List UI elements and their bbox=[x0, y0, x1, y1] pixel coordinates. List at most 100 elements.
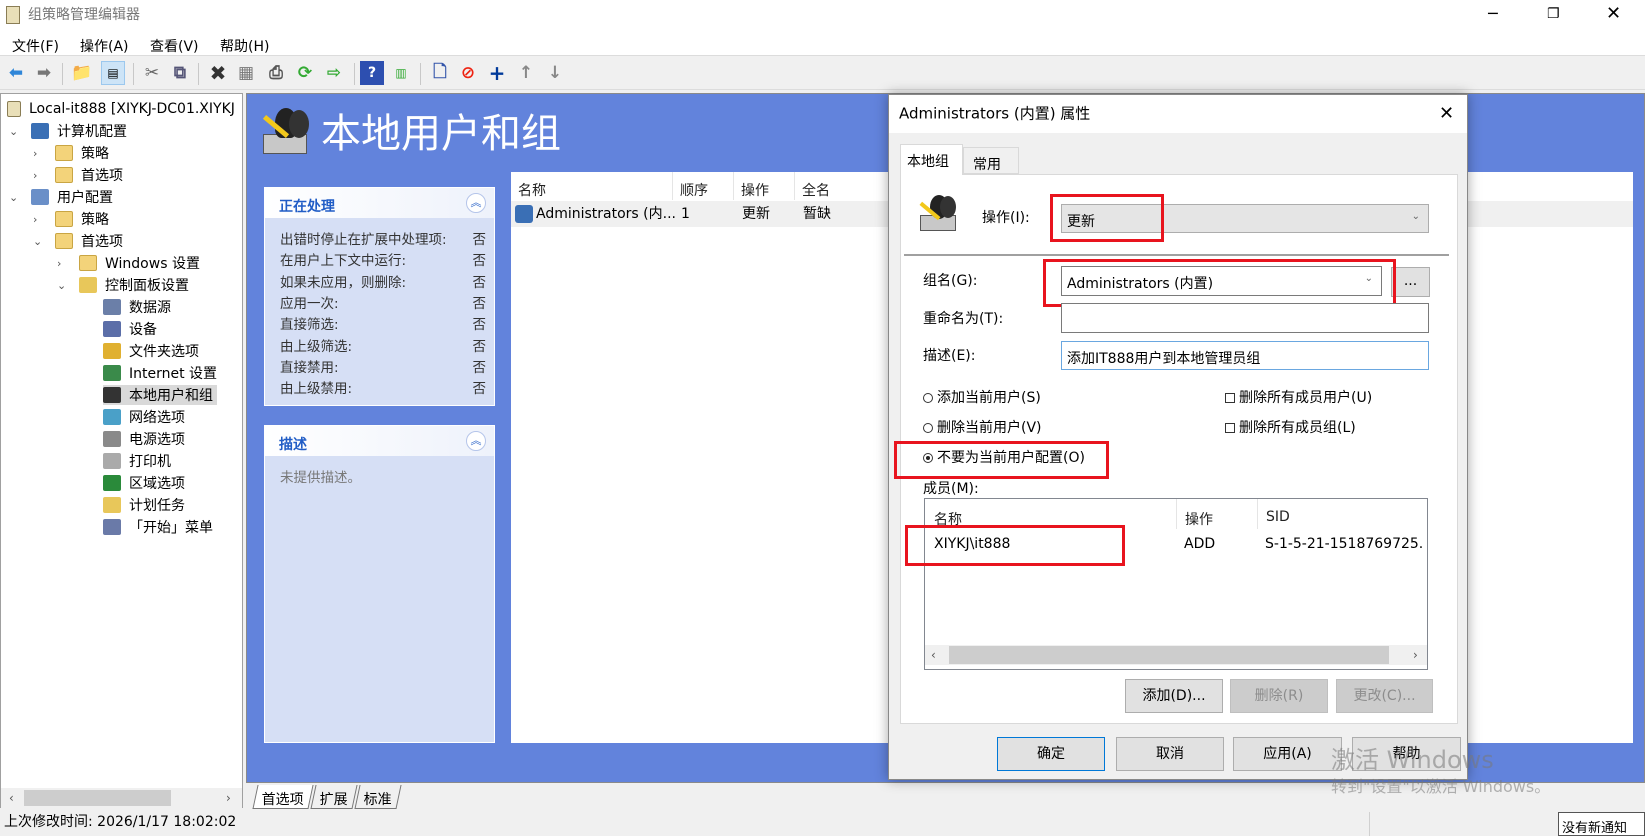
add-icon[interactable]: + bbox=[485, 61, 509, 85]
browse-button[interactable]: ... bbox=[1391, 267, 1430, 297]
chevron-down-icon[interactable]: ⌄ bbox=[57, 279, 66, 292]
processing-title: 正在处理 bbox=[279, 199, 335, 215]
check-delete-all-groups[interactable]: 删除所有成员组(L) bbox=[1225, 421, 1356, 435]
copy-icon[interactable]: ⧉ bbox=[168, 61, 192, 85]
tree-item[interactable]: 区域选项 bbox=[1, 472, 241, 494]
add-member-button[interactable]: 添加(D)... bbox=[1125, 679, 1223, 713]
item-icon bbox=[103, 387, 121, 403]
new-item-icon[interactable]: 🗋 bbox=[428, 61, 452, 85]
print-icon[interactable]: ⎙ bbox=[264, 61, 288, 85]
menu-file[interactable]: 文件(F) bbox=[10, 34, 61, 58]
scroll-thumb[interactable] bbox=[24, 790, 171, 806]
radio-add-current-user[interactable]: 添加当前用户(S) bbox=[923, 391, 1041, 405]
tree-root[interactable]: Local-it888 [XIYKJ-DC01.XIYKJ bbox=[7, 98, 235, 120]
tree-hscrollbar[interactable]: ‹ › bbox=[1, 788, 242, 808]
up-folder-icon[interactable]: 📁 bbox=[70, 61, 94, 85]
help-icon[interactable]: ? bbox=[360, 61, 384, 85]
tree-item[interactable]: 打印机 bbox=[1, 450, 241, 472]
members-hscrollbar[interactable]: ‹ › bbox=[925, 645, 1427, 665]
scroll-right-icon[interactable]: › bbox=[1413, 649, 1418, 661]
tree-item[interactable]: 网络选项 bbox=[1, 406, 241, 428]
members-col-action[interactable]: 操作 bbox=[1177, 499, 1258, 529]
scroll-right-icon[interactable]: › bbox=[226, 792, 231, 804]
chevron-down-icon[interactable]: ⌄ bbox=[33, 235, 42, 248]
remove-member-button[interactable]: 删除(R) bbox=[1230, 679, 1328, 713]
tree-item[interactable]: 「开始」菜单 bbox=[1, 516, 241, 538]
tab-local-group[interactable]: 本地组 bbox=[900, 144, 963, 175]
close-button[interactable]: ✕ bbox=[1606, 5, 1621, 23]
restore-button[interactable]: ❐ bbox=[1547, 7, 1560, 21]
chevron-right-icon[interactable]: › bbox=[33, 169, 37, 182]
tree-item-label: 策略 bbox=[81, 146, 109, 162]
menu-action[interactable]: 操作(A) bbox=[78, 34, 131, 58]
rename-label: 重命名为(T): bbox=[923, 311, 1004, 327]
tree-item[interactable]: 本地用户和组 bbox=[1, 384, 241, 406]
highlight-box bbox=[905, 525, 1125, 566]
tab-common[interactable]: 常用 bbox=[963, 147, 1019, 174]
tree-item-label: 区域选项 bbox=[129, 476, 185, 492]
tree-item[interactable]: ⌄ 用户配置 bbox=[1, 186, 241, 208]
scroll-left-icon[interactable]: ‹ bbox=[9, 792, 14, 804]
tree-item[interactable]: Internet 设置 bbox=[1, 362, 241, 384]
ok-button[interactable]: 确定 bbox=[997, 737, 1105, 771]
tree-item[interactable]: › 策略 bbox=[1, 208, 241, 230]
scroll-thumb[interactable] bbox=[949, 646, 1389, 664]
tree-item[interactable]: 设备 bbox=[1, 318, 241, 340]
rename-input[interactable] bbox=[1061, 303, 1429, 333]
tree-item[interactable]: 电源选项 bbox=[1, 428, 241, 450]
back-icon[interactable]: ⬅ bbox=[4, 61, 28, 85]
notification-badge[interactable]: 没有新通知 bbox=[1558, 812, 1645, 836]
column-header-action[interactable]: 操作 bbox=[734, 172, 795, 200]
tab-preferences[interactable]: 首选项 bbox=[252, 785, 314, 809]
tree-item[interactable]: 计划任务 bbox=[1, 494, 241, 516]
move-down-icon[interactable]: ↓ bbox=[543, 61, 567, 85]
delete-icon[interactable]: ✖ bbox=[206, 61, 230, 85]
show-hide-tree-icon[interactable]: ▤ bbox=[101, 61, 125, 85]
chevron-down-icon[interactable]: ⌄ bbox=[9, 125, 18, 138]
cut-icon[interactable]: ✂ bbox=[140, 61, 164, 85]
tree-item[interactable]: › 首选项 bbox=[1, 164, 241, 186]
tree-item-label: 用户配置 bbox=[57, 190, 113, 206]
properties-icon[interactable]: ▦ bbox=[234, 61, 258, 85]
collapse-chevron-icon[interactable]: ︽ bbox=[466, 431, 486, 451]
forward-icon[interactable]: ➡ bbox=[32, 61, 56, 85]
tree-item[interactable]: › Windows 设置 bbox=[1, 252, 241, 274]
tree-item[interactable]: 文件夹选项 bbox=[1, 340, 241, 362]
check-delete-all-users[interactable]: 删除所有成员用户(U) bbox=[1225, 391, 1372, 405]
radio-remove-current-user[interactable]: 删除当前用户(V) bbox=[923, 421, 1042, 435]
item-icon bbox=[103, 343, 121, 359]
cancel-button[interactable]: 取消 bbox=[1116, 737, 1224, 771]
minimize-button[interactable]: ─ bbox=[1488, 6, 1498, 22]
chevron-right-icon[interactable]: › bbox=[33, 147, 37, 160]
cell-fullname: 暂缺 bbox=[803, 206, 831, 222]
column-header-name[interactable]: 名称 bbox=[511, 172, 673, 200]
menu-help[interactable]: 帮助(H) bbox=[218, 34, 271, 58]
menu-view[interactable]: 查看(V) bbox=[148, 34, 201, 58]
chevron-right-icon[interactable]: › bbox=[57, 257, 61, 270]
refresh-icon[interactable]: ⟳ bbox=[293, 61, 317, 85]
column-header-order[interactable]: 顺序 bbox=[673, 172, 734, 200]
dialog-close-button[interactable]: ✕ bbox=[1439, 105, 1454, 123]
tree-root-label: Local-it888 [XIYKJ-DC01.XIYKJ bbox=[29, 101, 235, 117]
tree-item[interactable]: ⌄ 首选项 bbox=[1, 230, 241, 252]
disable-icon[interactable]: ⊘ bbox=[456, 61, 480, 85]
tree-item[interactable]: › 策略 bbox=[1, 142, 241, 164]
apply-button[interactable]: 应用(A) bbox=[1233, 737, 1342, 771]
members-label: 成员(M): bbox=[923, 481, 979, 497]
tree-item[interactable]: ⌄ 控制面板设置 bbox=[1, 274, 241, 296]
description-input[interactable]: 添加IT888用户到本地管理员组 bbox=[1061, 341, 1429, 370]
tree-item[interactable]: 数据源 bbox=[1, 296, 241, 318]
action-pane-icon[interactable]: ▥ bbox=[389, 61, 413, 85]
change-member-button[interactable]: 更改(C)... bbox=[1336, 679, 1433, 713]
members-col-sid[interactable]: SID bbox=[1258, 499, 1418, 529]
collapse-chevron-icon[interactable]: ︽ bbox=[466, 193, 486, 213]
chevron-right-icon[interactable]: › bbox=[33, 213, 37, 226]
move-up-icon[interactable]: ↑ bbox=[514, 61, 538, 85]
chevron-down-icon[interactable]: ⌄ bbox=[9, 191, 18, 204]
app-icon bbox=[6, 6, 20, 24]
tab-standard[interactable]: 标准 bbox=[354, 785, 402, 809]
tree-item[interactable]: ⌄ 计算机配置 bbox=[1, 120, 241, 142]
scroll-left-icon[interactable]: ‹ bbox=[931, 649, 936, 661]
tab-extended[interactable]: 扩展 bbox=[310, 785, 358, 809]
export-icon[interactable]: ⇨ bbox=[322, 61, 346, 85]
